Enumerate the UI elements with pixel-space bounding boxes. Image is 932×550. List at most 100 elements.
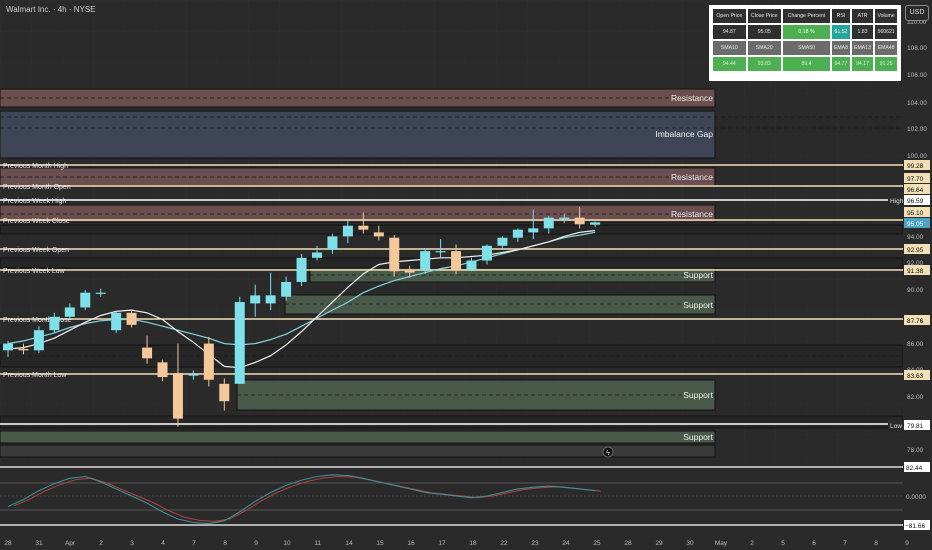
time-label: 31 bbox=[35, 540, 43, 547]
stat-header: SMA10 bbox=[713, 41, 746, 55]
candle-body bbox=[451, 251, 462, 270]
candle-body bbox=[3, 343, 13, 351]
stats-value-row-1: 94.87 95.05 0.18 % 61.52 1.83 560621 bbox=[713, 25, 897, 39]
stat-header: ATR bbox=[851, 9, 874, 23]
stat-header: Close Price bbox=[747, 9, 781, 23]
candle-body bbox=[373, 232, 384, 237]
candle-body bbox=[64, 307, 75, 317]
stat-header: Volume bbox=[875, 9, 897, 23]
time-label: 30 bbox=[686, 540, 694, 547]
axis-82: 82.00 bbox=[907, 394, 924, 401]
tag-7981: 79.81 bbox=[907, 423, 924, 430]
candle-body bbox=[111, 312, 122, 331]
time-label: 8 bbox=[223, 540, 227, 547]
zone-label-support-3: Support bbox=[683, 390, 713, 400]
time-label: 8 bbox=[874, 540, 878, 547]
candle-body bbox=[559, 217, 570, 219]
stat-value: 560621 bbox=[875, 25, 897, 39]
time-label: 24 bbox=[562, 540, 570, 547]
candle-body bbox=[404, 269, 415, 273]
stat-header: SMA50 bbox=[782, 41, 831, 55]
stat-value: 0.18 % bbox=[782, 25, 831, 39]
time-label: 23 bbox=[531, 540, 539, 547]
candle-body bbox=[497, 237, 508, 246]
time-label: 29 bbox=[655, 540, 663, 547]
time-label: 2 bbox=[99, 540, 103, 547]
axis-108: 108.00 bbox=[907, 45, 927, 52]
stat-header: SMA20 bbox=[747, 41, 781, 55]
candle-body bbox=[33, 330, 44, 351]
candle-body bbox=[265, 295, 276, 304]
stat-header: RSI bbox=[832, 9, 850, 23]
stats-header-row-2: SMA10 SMA20 SMA50 EMA8 EMA13 EMA48 bbox=[713, 41, 897, 55]
lightning-icon: ϟ bbox=[606, 450, 610, 457]
time-label: 5 bbox=[781, 540, 785, 547]
time-label: 18 bbox=[469, 540, 477, 547]
time-label: 15 bbox=[376, 540, 384, 547]
zone-label-imbalance: Imbalance Gap bbox=[655, 129, 713, 139]
stat-header: Change Percent bbox=[782, 9, 831, 23]
candle-body bbox=[312, 252, 322, 258]
candle-body bbox=[528, 228, 539, 233]
candle-body bbox=[250, 295, 261, 304]
axis-78: 78.00 bbox=[907, 447, 924, 454]
stat-value: 94.87 bbox=[713, 25, 746, 39]
tag-8776: 87.76 bbox=[907, 318, 924, 325]
chart-title: Walmart Inc. · 4h · NYSE bbox=[6, 5, 96, 14]
tag-9505: 95.05 bbox=[907, 221, 924, 228]
candle-body bbox=[358, 225, 369, 230]
tag-9770: 97.70 bbox=[907, 176, 924, 183]
axis-94: 94.00 bbox=[907, 234, 924, 241]
stat-header: Open Price bbox=[713, 9, 746, 23]
time-label: May bbox=[715, 540, 728, 547]
candle-body bbox=[481, 245, 492, 261]
time-label: 28 bbox=[4, 540, 12, 547]
candle-body bbox=[172, 373, 183, 419]
time-axis[interactable] bbox=[0, 533, 932, 550]
candle-body bbox=[574, 217, 585, 225]
candle-body bbox=[18, 348, 29, 351]
tag-9138: 91.38 bbox=[907, 268, 924, 275]
imbalance-gap-zone bbox=[0, 110, 716, 159]
high-label: High bbox=[890, 198, 904, 205]
support-zone-2 bbox=[284, 294, 716, 315]
zone-label-resistance-mid: Resistance bbox=[671, 172, 713, 182]
price-chart[interactable]: Previous Month High Previous Month Open … bbox=[0, 0, 932, 550]
time-label: 7 bbox=[843, 540, 847, 547]
axis-106: 106.00 bbox=[907, 72, 927, 79]
time-label: 3 bbox=[130, 540, 134, 547]
stat-value: 94.17 bbox=[851, 57, 874, 71]
time-label: 17 bbox=[438, 540, 446, 547]
candle-body bbox=[435, 251, 446, 253]
axis-102: 102.00 bbox=[907, 126, 927, 133]
candle-body bbox=[342, 225, 353, 237]
stat-value: 93.83 bbox=[747, 57, 781, 71]
tag-9659: 96.59 bbox=[907, 198, 924, 205]
zone-label-support-1: Support bbox=[683, 270, 713, 280]
candle-body bbox=[234, 302, 245, 384]
candle-body bbox=[420, 251, 431, 270]
time-label: 14 bbox=[345, 540, 353, 547]
candle-body bbox=[188, 374, 199, 376]
time-label: 16 bbox=[407, 540, 415, 547]
tag-8363: 83.63 bbox=[907, 373, 924, 380]
candle-body bbox=[590, 222, 601, 225]
zone-label-support-4: Support bbox=[683, 432, 713, 442]
tag-9510: 95.10 bbox=[907, 210, 924, 217]
candle-body bbox=[512, 229, 523, 238]
time-label: 10 bbox=[283, 540, 291, 547]
candle-body bbox=[466, 260, 477, 270]
time-label: 9 bbox=[905, 540, 909, 547]
stat-value: 94.44 bbox=[713, 57, 746, 71]
zone-label-resistance-low: Resistance bbox=[671, 209, 713, 219]
stats-table: Open Price Close Price Change Percent RS… bbox=[709, 5, 901, 81]
candle-body bbox=[389, 237, 400, 272]
time-label: 7 bbox=[192, 540, 196, 547]
stat-value: 89.4 bbox=[782, 57, 831, 71]
stat-value: 1.83 bbox=[851, 25, 874, 39]
stat-header: EMA8 bbox=[832, 41, 850, 55]
stat-value: 91.25 bbox=[875, 57, 897, 71]
label-previous-month-low: Previous Month Low bbox=[3, 372, 67, 379]
currency-button[interactable]: USD bbox=[905, 5, 929, 21]
stat-header: EMA13 bbox=[851, 41, 874, 55]
